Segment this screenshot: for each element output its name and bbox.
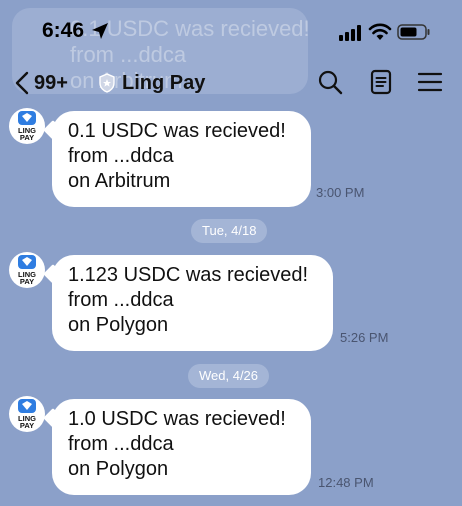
message-line-2: from ...ddca — [68, 289, 174, 311]
message-line-3: on Arbitrum — [68, 170, 171, 192]
unread-count: 99+ — [34, 71, 68, 94]
date-separator: Tue, 4/18 — [191, 219, 268, 243]
notes-icon[interactable] — [367, 68, 395, 96]
cellular-signal-icon — [339, 25, 361, 41]
svg-text:PAY: PAY — [20, 133, 34, 142]
ling-pay-logo-icon: LING PAY — [18, 111, 36, 142]
message-line-2: from ...ddca — [68, 433, 174, 455]
message-time: 12:48 PM — [318, 475, 374, 490]
status-bar: 6:46 — [0, 0, 462, 60]
message-time: 3:00 PM — [316, 185, 365, 200]
message-line-2: from ...ddca — [68, 145, 174, 167]
message-line-1: 1.0 USDC was recieved! — [68, 408, 286, 430]
svg-text:PAY: PAY — [20, 277, 34, 286]
date-separator: Wed, 4/26 — [188, 364, 270, 388]
menu-icon[interactable] — [416, 68, 444, 96]
message-bubble[interactable]: 1.123 USDC was recieved! from ...ddca on… — [52, 255, 333, 351]
message-line-1: 0.1 USDC was recieved! — [68, 120, 286, 142]
chat-title-text: Ling Pay — [122, 71, 206, 94]
message-line-3: on Polygon — [68, 458, 169, 480]
search-icon[interactable] — [316, 68, 344, 96]
message-time: 5:26 PM — [340, 330, 389, 345]
battery-icon — [397, 24, 430, 40]
chat-title[interactable]: Ling Pay — [98, 68, 205, 98]
message-line-1: 1.123 USDC was recieved! — [68, 264, 309, 286]
message-bubble[interactable]: 0.1 USDC was recieved! from ...ddca on A… — [52, 111, 311, 207]
wifi-icon — [368, 23, 392, 40]
avatar[interactable]: LING PAY — [9, 252, 45, 288]
avatar[interactable]: LING PAY — [9, 108, 45, 144]
avatar[interactable]: LING PAY — [9, 396, 45, 432]
nav-bar: 99+ Ling Pay — [0, 60, 462, 104]
svg-text:PAY: PAY — [20, 421, 34, 430]
ling-pay-logo-icon: LING PAY — [18, 399, 36, 430]
location-arrow-icon — [92, 23, 108, 39]
chevron-left-icon — [15, 71, 29, 95]
message-line-3: on Polygon — [68, 314, 169, 336]
ling-pay-logo-icon: LING PAY — [18, 255, 36, 286]
shield-icon — [99, 73, 115, 93]
status-time: 6:46 — [42, 19, 85, 42]
message-bubble[interactable]: 1.0 USDC was recieved! from ...ddca on P… — [52, 399, 311, 495]
